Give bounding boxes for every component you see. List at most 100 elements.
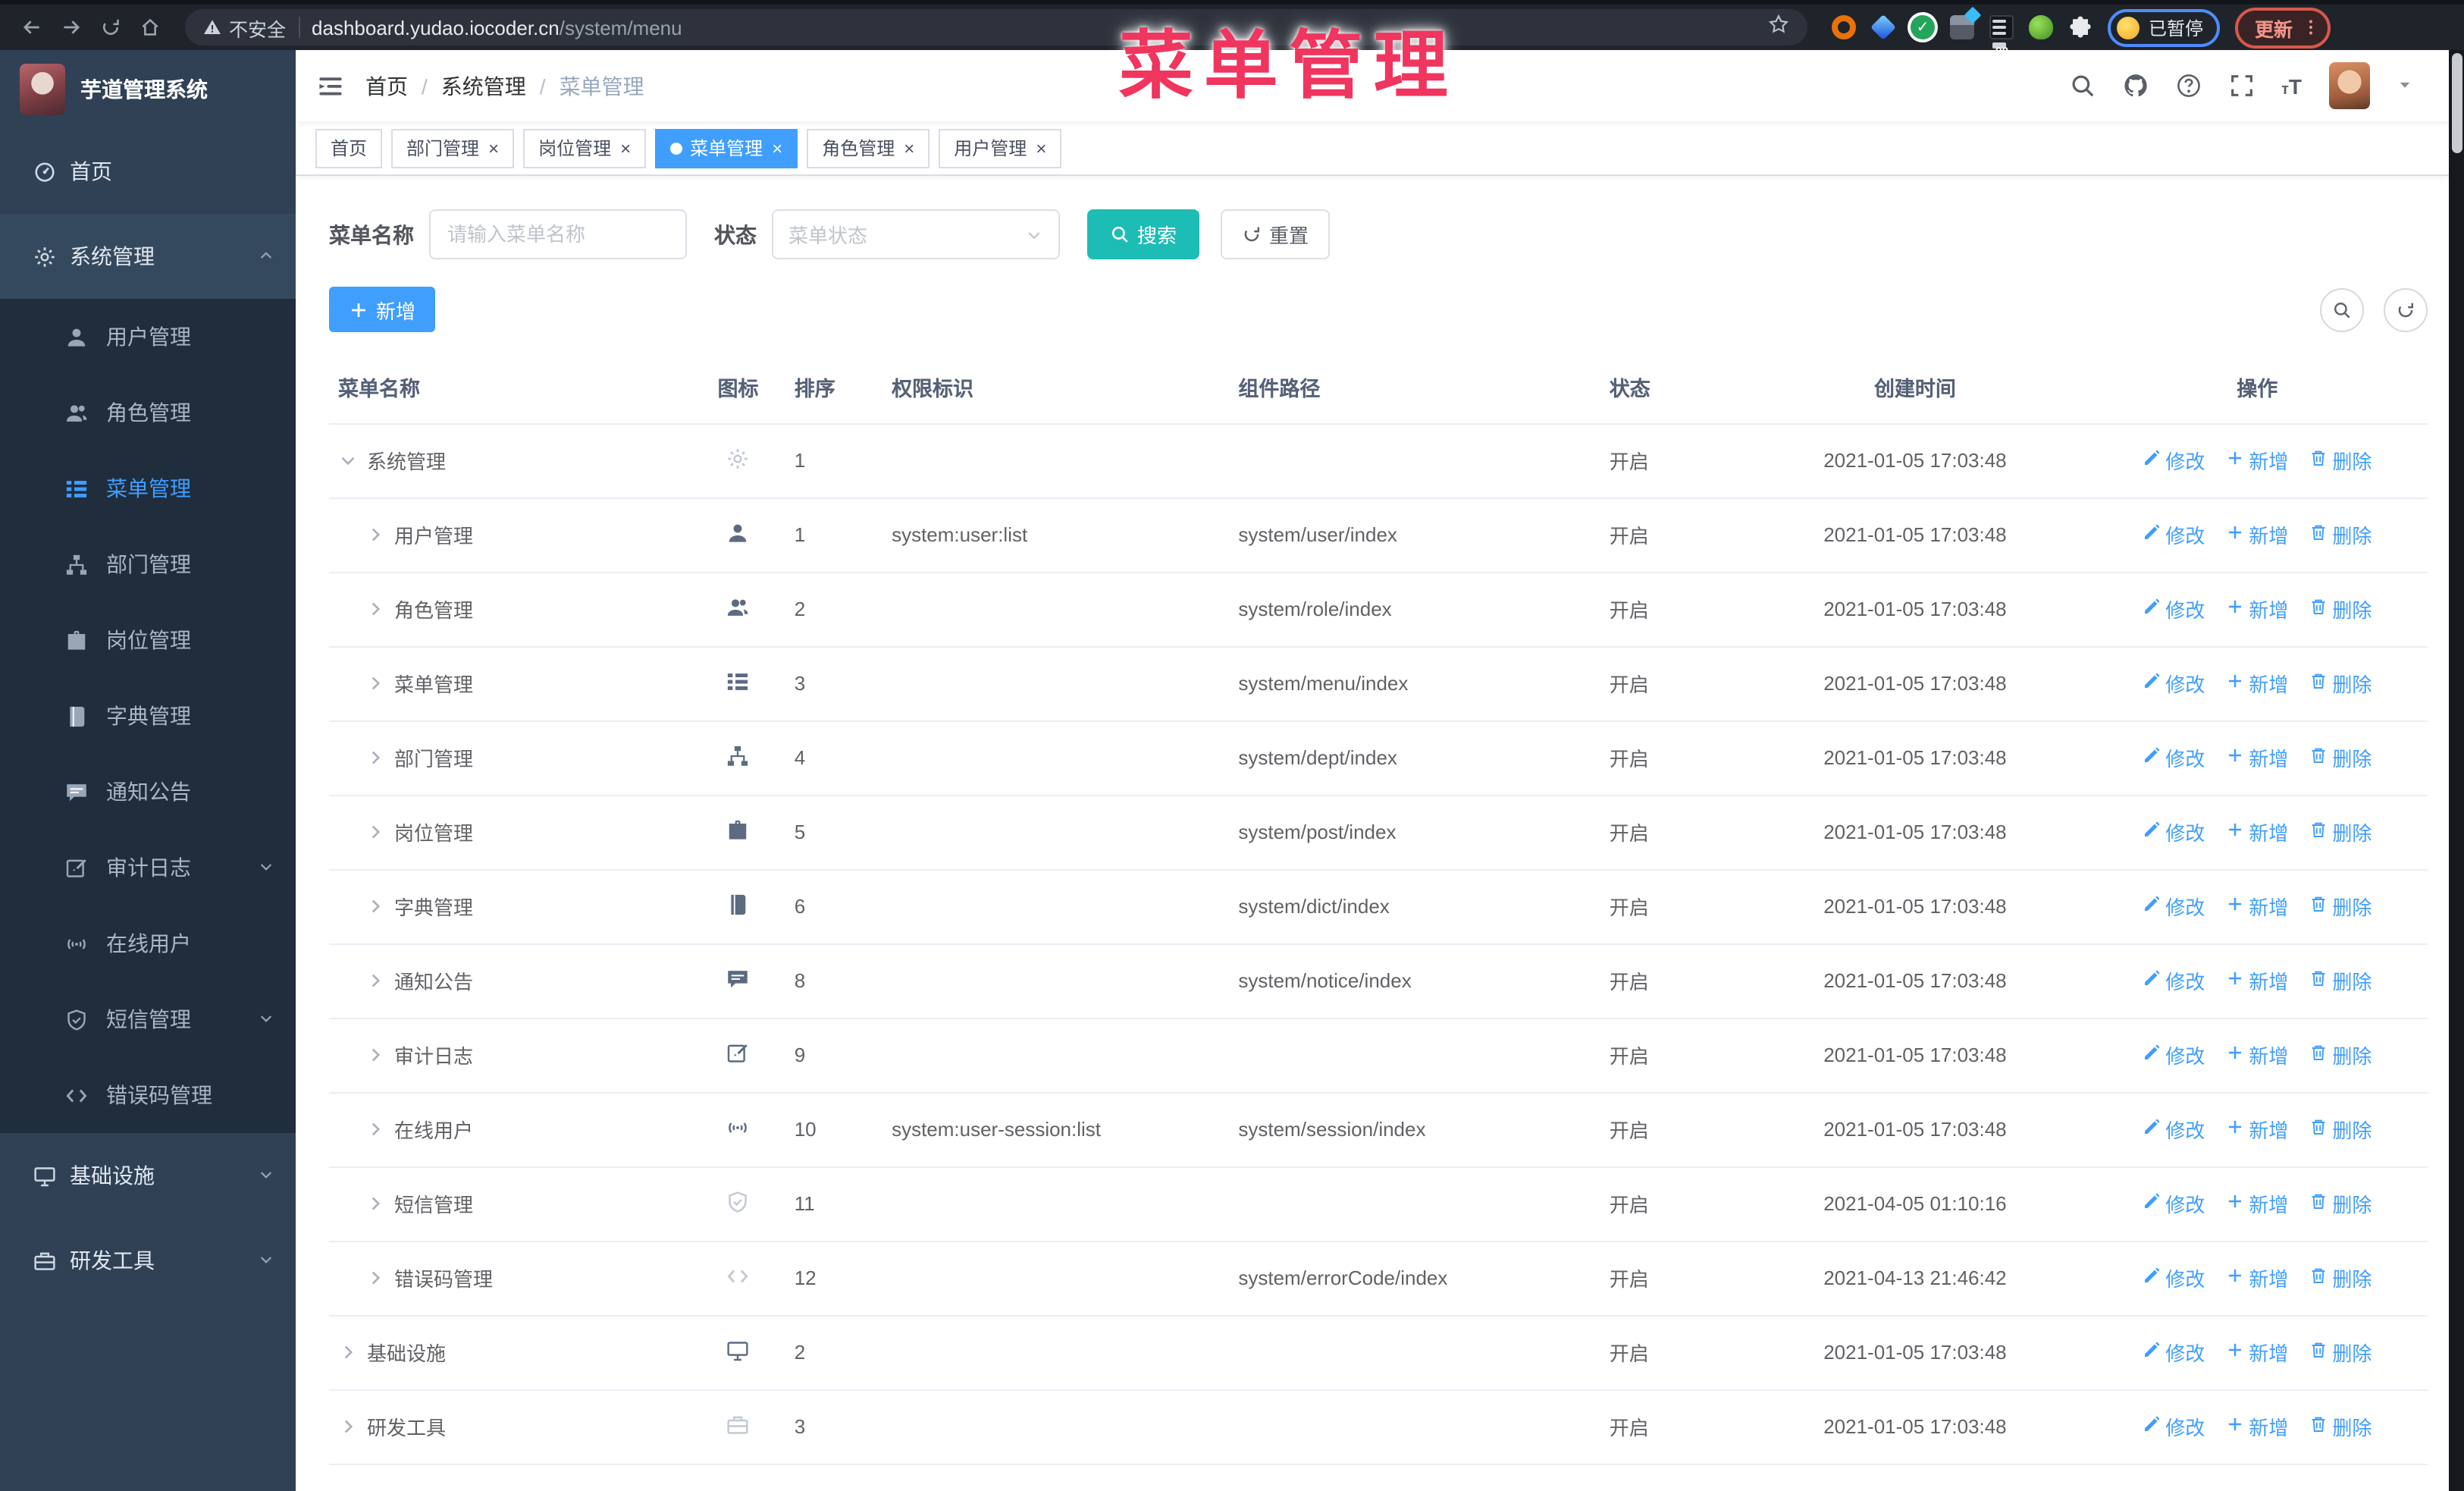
user-avatar[interactable] [2329, 62, 2370, 109]
sidebar-item-dict[interactable]: 字典管理 [0, 678, 296, 754]
tree-caret-right-icon[interactable] [365, 1194, 385, 1213]
sidebar-item-sms[interactable]: 短信管理 [0, 981, 296, 1057]
scrollbar-thumb[interactable] [2451, 53, 2462, 153]
delete-link[interactable]: 删除 [2309, 1412, 2372, 1441]
close-tab-icon[interactable]: × [488, 139, 499, 157]
close-tab-icon[interactable]: × [1036, 139, 1046, 157]
hamburger-icon[interactable] [317, 72, 344, 99]
delete-link[interactable]: 删除 [2309, 669, 2372, 698]
sidebar-item-monitor[interactable]: 基础设施 [0, 1133, 296, 1218]
edit-link[interactable]: 修改 [2143, 446, 2205, 475]
add-link[interactable]: 新增 [2226, 1412, 2288, 1441]
fullscreen-icon[interactable] [2228, 73, 2254, 99]
add-link[interactable]: 新增 [2226, 446, 2288, 475]
tree-caret-right-icon[interactable] [365, 599, 385, 619]
help-icon[interactable] [2175, 73, 2201, 99]
extension-stack-icon[interactable] [1950, 15, 1974, 39]
browser-scrollbar[interactable] [2449, 50, 2464, 1491]
add-link[interactable]: 新增 [2226, 669, 2288, 698]
tree-caret-right-icon[interactable] [365, 822, 385, 842]
delete-link[interactable]: 删除 [2309, 1189, 2372, 1218]
tree-caret-right-icon[interactable] [365, 1268, 385, 1288]
tree-caret-right-icon[interactable] [338, 1342, 358, 1362]
status-select[interactable]: 菜单状态 [772, 209, 1060, 259]
add-link[interactable]: 新增 [2226, 1189, 2288, 1218]
edit-link[interactable]: 修改 [2143, 1041, 2205, 1069]
add-button[interactable]: 新增 [329, 287, 436, 332]
browser-forward-icon[interactable] [55, 11, 88, 44]
tab-用户管理[interactable]: 用户管理 × [939, 128, 1062, 168]
delete-link[interactable]: 删除 [2309, 818, 2372, 846]
edit-link[interactable]: 修改 [2143, 1263, 2205, 1292]
sidebar-item-gear[interactable]: 系统管理 [0, 214, 296, 299]
edit-link[interactable]: 修改 [2143, 1189, 2205, 1218]
delete-link[interactable]: 删除 [2309, 446, 2372, 475]
tree-caret-down-icon[interactable] [338, 450, 358, 470]
edit-link[interactable]: 修改 [2143, 743, 2205, 772]
add-link[interactable]: 新增 [2226, 1041, 2288, 1069]
breadcrumb-system[interactable]: 系统管理 [441, 71, 526, 101]
delete-link[interactable]: 删除 [2309, 1338, 2372, 1367]
extension-orange-icon[interactable] [1832, 15, 1856, 39]
delete-link[interactable]: 删除 [2309, 892, 2372, 921]
close-tab-icon[interactable]: × [904, 139, 914, 157]
tree-caret-right-icon[interactable] [365, 673, 385, 693]
sidebar-item-post[interactable]: 岗位管理 [0, 602, 296, 678]
close-tab-icon[interactable]: × [620, 139, 631, 157]
bookmark-star-icon[interactable] [1768, 13, 1789, 42]
add-link[interactable]: 新增 [2226, 892, 2288, 921]
edit-link[interactable]: 修改 [2143, 1115, 2205, 1144]
tab-角色管理[interactable]: 角色管理 × [807, 128, 930, 168]
extensions-puzzle-icon[interactable] [2068, 15, 2093, 39]
sidebar-item-log[interactable]: 审计日志 [0, 830, 296, 906]
avatar-caret-icon[interactable] [2397, 72, 2412, 99]
tab-部门管理[interactable]: 部门管理 × [391, 128, 515, 168]
refresh-table-button[interactable] [2384, 287, 2428, 331]
search-button[interactable]: 搜索 [1087, 209, 1200, 259]
sidebar-item-tree-table[interactable]: 菜单管理 [0, 450, 296, 526]
edit-link[interactable]: 修改 [2143, 595, 2205, 623]
add-link[interactable]: 新增 [2226, 1263, 2288, 1292]
delete-link[interactable]: 删除 [2309, 1115, 2372, 1144]
extension-gem-icon[interactable] [1870, 14, 1896, 40]
update-button[interactable]: 更新 [2235, 7, 2331, 48]
extension-check-icon[interactable]: ✓ [1911, 15, 1935, 39]
edit-link[interactable]: 修改 [2143, 669, 2205, 698]
sidebar-item-tree[interactable]: 部门管理 [0, 526, 296, 602]
browser-reload-icon[interactable] [94, 11, 127, 44]
add-link[interactable]: 新增 [2226, 1115, 2288, 1144]
add-link[interactable]: 新增 [2226, 818, 2288, 846]
reset-button[interactable]: 重置 [1221, 209, 1331, 259]
tree-caret-right-icon[interactable] [338, 1417, 358, 1436]
github-icon[interactable] [2122, 73, 2148, 99]
sidebar-item-dashboard[interactable]: 首页 [0, 129, 296, 214]
paused-profile-chip[interactable]: 已暂停 [2108, 8, 2221, 46]
add-link[interactable]: 新增 [2226, 520, 2288, 549]
sidebar-item-online[interactable]: 在线用户 [0, 906, 296, 981]
extension-switch-icon[interactable]: on [1989, 15, 2014, 56]
tree-caret-right-icon[interactable] [365, 1119, 385, 1139]
menu-name-input[interactable] [429, 209, 687, 259]
sidebar-item-user[interactable]: 用户管理 [0, 299, 296, 375]
add-link[interactable]: 新增 [2226, 595, 2288, 623]
delete-link[interactable]: 删除 [2309, 1041, 2372, 1069]
tab-首页[interactable]: 首页 [315, 128, 383, 168]
tree-caret-right-icon[interactable] [365, 896, 385, 916]
sidebar-item-users[interactable]: 角色管理 [0, 375, 296, 450]
edit-link[interactable]: 修改 [2143, 1412, 2205, 1441]
breadcrumb-home[interactable]: 首页 [365, 71, 408, 101]
browser-back-icon[interactable] [15, 11, 49, 44]
font-size-icon[interactable]: тT [2281, 74, 2302, 98]
add-link[interactable]: 新增 [2226, 966, 2288, 995]
tree-caret-right-icon[interactable] [365, 1045, 385, 1065]
close-tab-icon[interactable]: × [772, 139, 782, 157]
sidebar-item-message[interactable]: 通知公告 [0, 754, 296, 830]
delete-link[interactable]: 删除 [2309, 743, 2372, 772]
add-link[interactable]: 新增 [2226, 743, 2288, 772]
add-link[interactable]: 新增 [2226, 1338, 2288, 1367]
address-bar[interactable]: 不安全 dashboard.yudao.iocoder.cn/system/me… [185, 9, 1807, 46]
sidebar-item-tool[interactable]: 研发工具 [0, 1218, 296, 1303]
edit-link[interactable]: 修改 [2143, 966, 2205, 995]
sidebar-item-code[interactable]: 错误码管理 [0, 1057, 296, 1133]
edit-link[interactable]: 修改 [2143, 892, 2205, 921]
